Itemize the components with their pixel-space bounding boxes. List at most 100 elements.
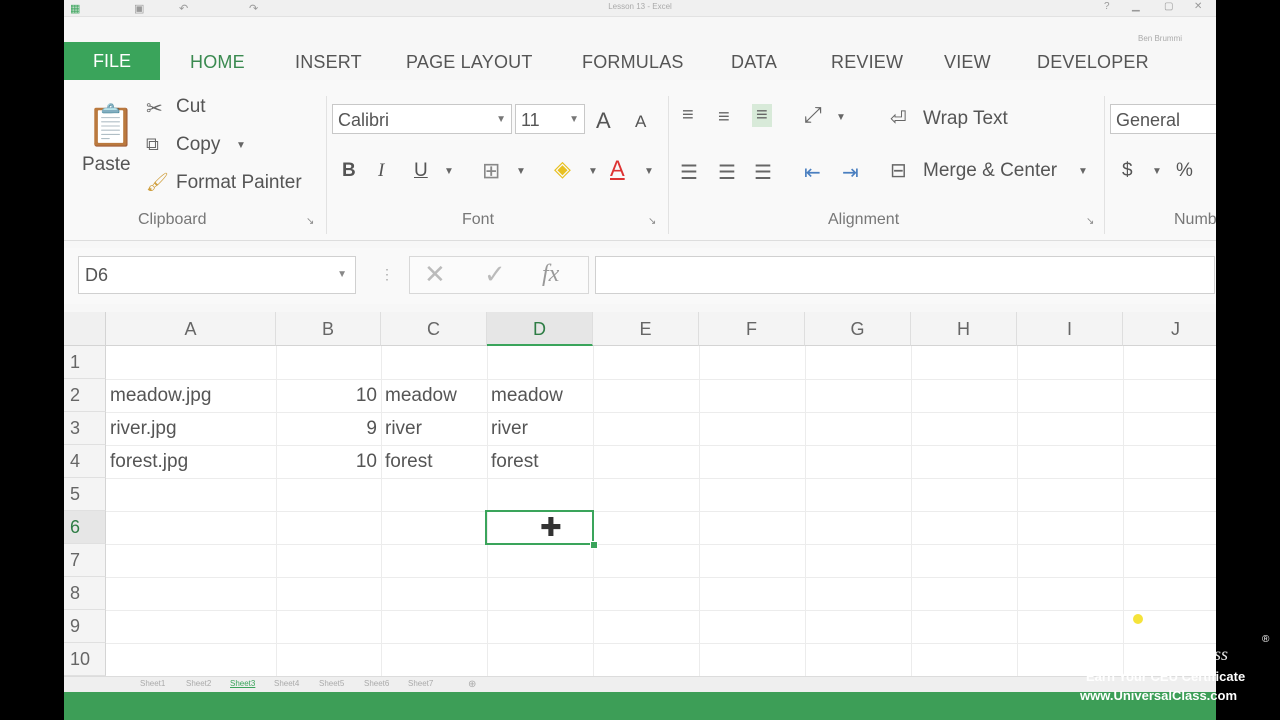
font-color-icon[interactable]: A xyxy=(610,156,625,182)
merge-center-button[interactable]: Merge & Center xyxy=(923,160,1057,182)
wrap-text-button[interactable]: Wrap Text xyxy=(923,108,1008,130)
alignment-launcher-icon[interactable]: ↘ xyxy=(1086,216,1094,227)
cell-c2[interactable]: meadow xyxy=(385,379,487,412)
close-icon[interactable]: ✕ xyxy=(1194,1,1202,12)
increase-indent-icon[interactable]: ⇥ xyxy=(842,160,859,185)
align-bottom-icon[interactable]: ≡ xyxy=(752,104,772,127)
sheet-tab-4[interactable]: Sheet4 xyxy=(274,679,299,688)
sheet-tab-2[interactable]: Sheet2 xyxy=(186,679,211,688)
column-header-c[interactable]: C xyxy=(381,312,487,346)
column-header-h[interactable]: H xyxy=(911,312,1017,346)
tab-developer[interactable]: DEVELOPER xyxy=(1037,52,1149,73)
orientation-icon[interactable]: ⤢ xyxy=(804,102,822,128)
fill-handle[interactable] xyxy=(590,541,598,549)
font-color-dropdown-icon[interactable]: ▼ xyxy=(644,166,654,177)
sheet-tab-3[interactable]: Sheet3 xyxy=(230,679,255,688)
shrink-font-button[interactable]: A xyxy=(635,112,646,132)
cell-c4[interactable]: forest xyxy=(385,445,487,478)
minimize-icon[interactable]: ▁ xyxy=(1132,1,1140,12)
tab-file[interactable]: FILE xyxy=(64,42,160,80)
copy-button[interactable]: Copy xyxy=(176,134,220,156)
column-header-e[interactable]: E xyxy=(593,312,699,346)
cut-button[interactable]: Cut xyxy=(176,96,206,118)
currency-dropdown-icon[interactable]: ▼ xyxy=(1152,166,1162,177)
grow-font-button[interactable]: A xyxy=(596,108,611,134)
column-header-i[interactable]: I xyxy=(1017,312,1123,346)
tab-home[interactable]: HOME xyxy=(190,52,245,73)
underline-dropdown-icon[interactable]: ▼ xyxy=(444,166,454,177)
column-header-b[interactable]: B xyxy=(276,312,381,346)
sheet-tab-1[interactable]: Sheet1 xyxy=(140,679,165,688)
add-sheet-icon[interactable]: ⊕ xyxy=(468,679,476,690)
align-top-icon[interactable]: ≡ xyxy=(682,104,694,127)
select-all-corner[interactable] xyxy=(64,312,106,346)
row-header-7[interactable]: 7 xyxy=(64,544,106,577)
row-header-4[interactable]: 4 xyxy=(64,445,106,478)
formula-input[interactable] xyxy=(595,256,1215,294)
align-right-icon[interactable]: ☰ xyxy=(754,160,772,185)
row-header-2[interactable]: 2 xyxy=(64,379,106,412)
paste-icon[interactable]: 📋 xyxy=(86,102,136,149)
number-format-select[interactable]: General xyxy=(1110,104,1216,134)
align-middle-icon[interactable]: ≡ xyxy=(718,106,730,129)
row-header-6[interactable]: 6 xyxy=(64,511,106,544)
merge-dropdown-icon[interactable]: ▼ xyxy=(1078,166,1088,177)
tab-formulas[interactable]: FORMULAS xyxy=(582,52,684,73)
borders-dropdown-icon[interactable]: ▼ xyxy=(516,166,526,177)
align-left-icon[interactable]: ☰ xyxy=(680,160,698,185)
cell-d4[interactable]: forest xyxy=(491,445,593,478)
bold-button[interactable]: B xyxy=(342,160,356,182)
underline-button[interactable]: U xyxy=(414,160,428,182)
row-header-1[interactable]: 1 xyxy=(64,346,106,379)
format-painter-button[interactable]: Format Painter xyxy=(176,172,302,194)
decrease-indent-icon[interactable]: ⇤ xyxy=(804,160,821,185)
sheet-tab-5[interactable]: Sheet5 xyxy=(319,679,344,688)
cell-b2[interactable]: 10 xyxy=(276,379,381,412)
copy-dropdown-icon[interactable]: ▼ xyxy=(236,140,246,151)
help-icon[interactable]: ? xyxy=(1104,1,1110,12)
cell-d3[interactable]: river xyxy=(491,412,593,445)
cancel-icon[interactable]: ✕ xyxy=(424,259,446,290)
column-header-d[interactable]: D xyxy=(487,312,593,346)
align-center-icon[interactable]: ☰ xyxy=(718,160,736,185)
tab-review[interactable]: REVIEW xyxy=(831,52,903,73)
tab-page-layout[interactable]: PAGE LAYOUT xyxy=(406,52,533,73)
name-box[interactable]: D6 ▼ xyxy=(78,256,356,294)
cell-c3[interactable]: river xyxy=(385,412,487,445)
cell-a4[interactable]: forest.jpg xyxy=(110,445,276,478)
font-name-select[interactable]: Calibri ▼ xyxy=(332,104,512,134)
cell-b3[interactable]: 9 xyxy=(276,412,381,445)
row-header-8[interactable]: 8 xyxy=(64,577,106,610)
tab-data[interactable]: DATA xyxy=(731,52,777,73)
enter-icon[interactable]: ✓ xyxy=(484,259,506,290)
column-header-g[interactable]: G xyxy=(805,312,911,346)
clipboard-launcher-icon[interactable]: ↘ xyxy=(306,216,314,227)
paste-button[interactable]: Paste xyxy=(82,154,131,176)
column-header-f[interactable]: F xyxy=(699,312,805,346)
maximize-icon[interactable]: ▢ xyxy=(1164,1,1173,12)
row-header-3[interactable]: 3 xyxy=(64,412,106,445)
row-header-9[interactable]: 9 xyxy=(64,610,106,643)
column-header-a[interactable]: A xyxy=(106,312,276,346)
cell-d2[interactable]: meadow xyxy=(491,379,593,412)
tab-view[interactable]: VIEW xyxy=(944,52,991,73)
cell-a3[interactable]: river.jpg xyxy=(110,412,276,445)
column-header-j[interactable]: J xyxy=(1123,312,1216,346)
tab-insert[interactable]: INSERT xyxy=(295,52,362,73)
orientation-dropdown-icon[interactable]: ▼ xyxy=(836,112,846,123)
worksheet-grid[interactable]: A B C D E F G H I J 1 2 3 4 5 6 7 8 9 10… xyxy=(64,312,1216,709)
fill-color-icon[interactable]: ◈ xyxy=(554,156,571,182)
currency-button[interactable]: $ xyxy=(1122,160,1133,182)
insert-function-icon[interactable]: fx xyxy=(542,261,559,288)
cell-a2[interactable]: meadow.jpg xyxy=(110,379,276,412)
italic-button[interactable]: I xyxy=(378,160,384,182)
borders-icon[interactable]: ⊞ xyxy=(482,158,500,184)
font-size-select[interactable]: 11 ▼ xyxy=(515,104,585,134)
percent-button[interactable]: % xyxy=(1176,160,1193,182)
font-launcher-icon[interactable]: ↘ xyxy=(648,216,656,227)
sheet-tab-7[interactable]: Sheet7 xyxy=(408,679,433,688)
sheet-tab-6[interactable]: Sheet6 xyxy=(364,679,389,688)
row-header-5[interactable]: 5 xyxy=(64,478,106,511)
cell-b4[interactable]: 10 xyxy=(276,445,381,478)
row-header-10[interactable]: 10 xyxy=(64,643,106,676)
